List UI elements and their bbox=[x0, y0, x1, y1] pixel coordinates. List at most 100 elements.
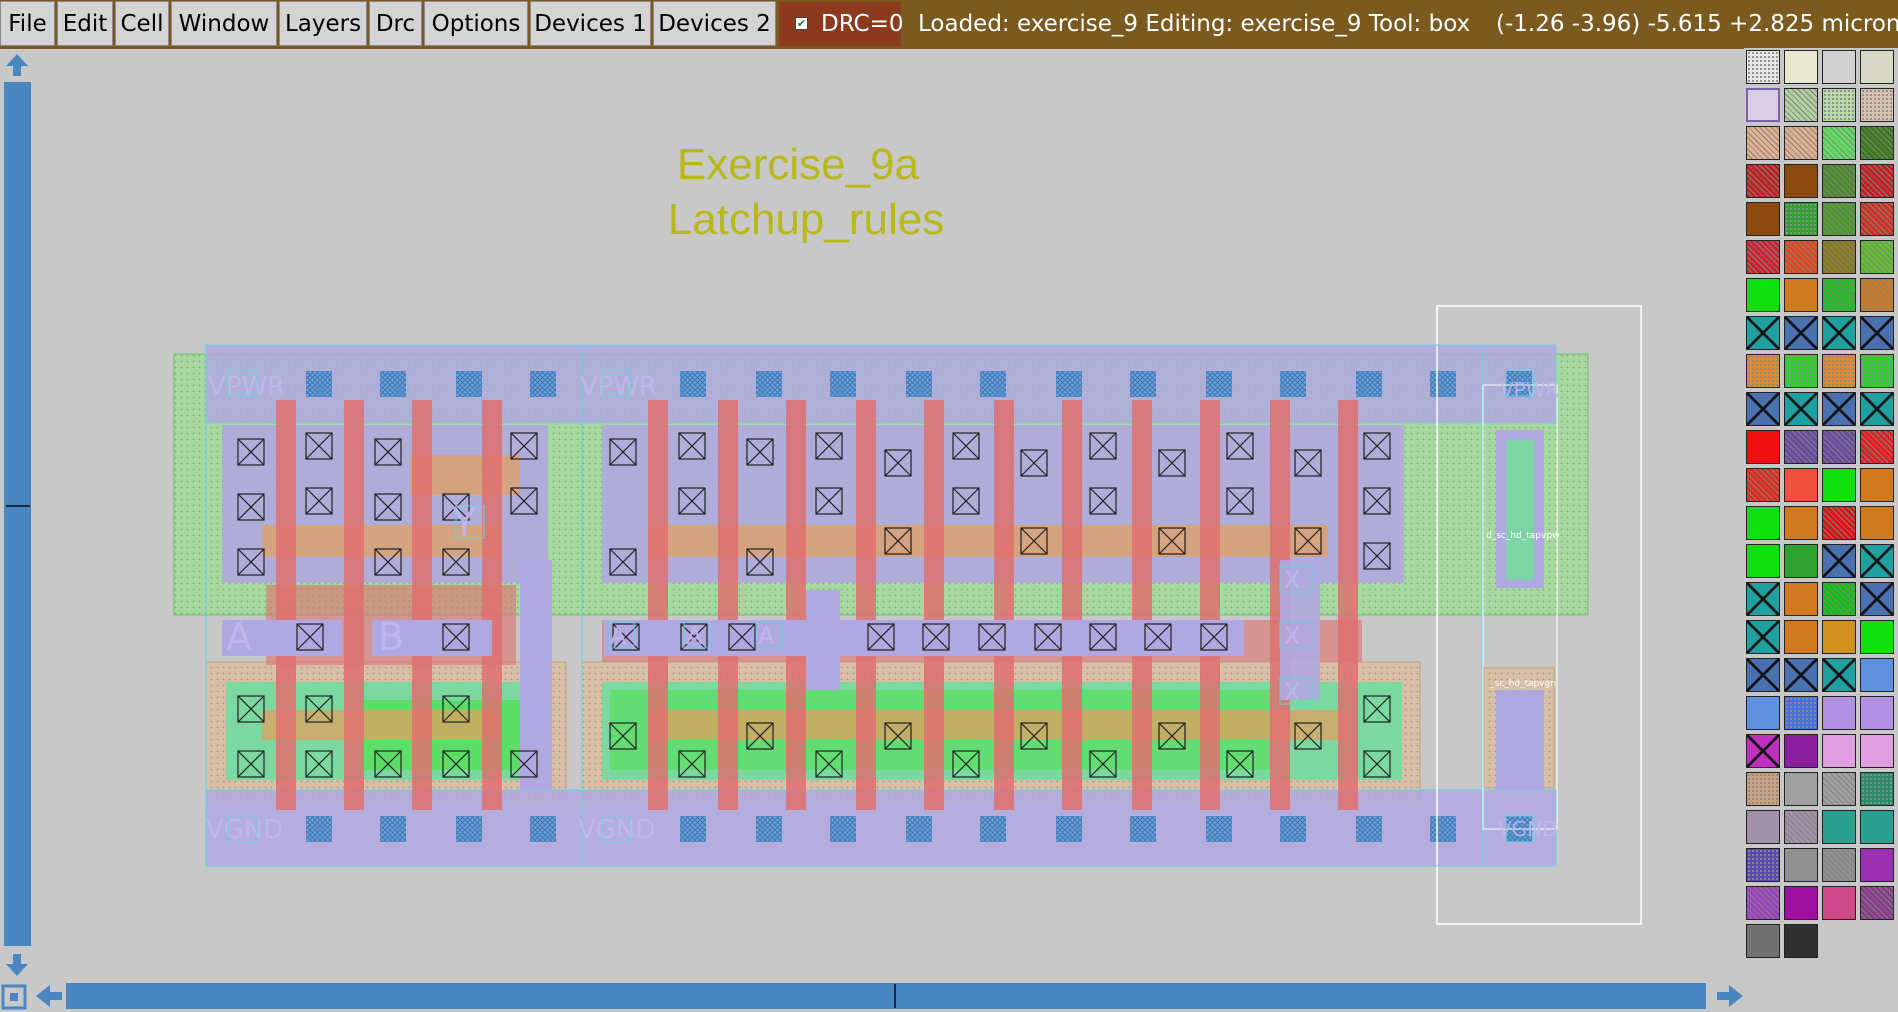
layer-swatch[interactable] bbox=[1822, 354, 1856, 388]
menu-edit[interactable]: Edit bbox=[57, 1, 113, 46]
menu-cell[interactable]: Cell bbox=[115, 1, 169, 46]
layer-swatch[interactable] bbox=[1746, 202, 1780, 236]
layer-swatch[interactable] bbox=[1784, 468, 1818, 502]
layer-swatch[interactable] bbox=[1784, 734, 1818, 768]
horizontal-scrollbar[interactable] bbox=[0, 980, 1746, 1012]
layer-swatch[interactable] bbox=[1784, 392, 1818, 426]
layer-swatch[interactable] bbox=[1822, 734, 1856, 768]
layer-swatch[interactable] bbox=[1784, 430, 1818, 464]
layer-swatch[interactable] bbox=[1860, 392, 1894, 426]
layer-swatch[interactable] bbox=[1784, 278, 1818, 312]
layer-swatch[interactable] bbox=[1822, 582, 1856, 616]
layer-swatch[interactable] bbox=[1822, 658, 1856, 692]
layer-swatch[interactable] bbox=[1860, 544, 1894, 578]
layer-swatch[interactable] bbox=[1822, 392, 1856, 426]
layer-swatch[interactable] bbox=[1822, 620, 1856, 654]
layer-swatch[interactable] bbox=[1860, 772, 1894, 806]
layer-swatch[interactable] bbox=[1784, 924, 1818, 958]
layer-swatch[interactable] bbox=[1784, 544, 1818, 578]
layer-swatch[interactable] bbox=[1860, 88, 1894, 122]
horizontal-scroll-thumb[interactable] bbox=[894, 984, 896, 1008]
layer-swatch[interactable] bbox=[1822, 810, 1856, 844]
layer-swatch[interactable] bbox=[1860, 468, 1894, 502]
layer-swatch[interactable] bbox=[1746, 924, 1780, 958]
layer-swatch[interactable] bbox=[1860, 316, 1894, 350]
menu-window[interactable]: Window bbox=[171, 1, 277, 46]
arrow-right-icon[interactable] bbox=[1717, 985, 1743, 1007]
layer-swatch[interactable] bbox=[1784, 582, 1818, 616]
vertical-scrollbar[interactable] bbox=[2, 50, 32, 980]
layer-swatch[interactable] bbox=[1746, 582, 1780, 616]
layer-swatch[interactable] bbox=[1746, 620, 1780, 654]
menu-devices-1[interactable]: Devices 1 bbox=[530, 1, 651, 46]
layer-swatch[interactable] bbox=[1746, 468, 1780, 502]
layer-swatch[interactable] bbox=[1784, 848, 1818, 882]
layer-swatch[interactable] bbox=[1746, 696, 1780, 730]
layer-swatch[interactable] bbox=[1860, 202, 1894, 236]
layer-swatch[interactable] bbox=[1784, 202, 1818, 236]
layer-swatch[interactable] bbox=[1822, 506, 1856, 540]
layer-swatch[interactable] bbox=[1860, 126, 1894, 160]
layer-swatch[interactable] bbox=[1746, 430, 1780, 464]
layer-swatch[interactable] bbox=[1860, 278, 1894, 312]
horizontal-scroll-track[interactable] bbox=[66, 983, 1706, 1009]
layer-swatch[interactable] bbox=[1746, 316, 1780, 350]
layer-swatch[interactable] bbox=[1822, 126, 1856, 160]
layer-swatch[interactable] bbox=[1784, 886, 1818, 920]
layer-swatch[interactable] bbox=[1822, 468, 1856, 502]
menu-layers[interactable]: Layers bbox=[279, 1, 367, 46]
layer-swatch[interactable] bbox=[1784, 164, 1818, 198]
menu-devices-2[interactable]: Devices 2 bbox=[653, 1, 776, 46]
layer-swatch[interactable] bbox=[1746, 506, 1780, 540]
layer-swatch[interactable] bbox=[1822, 50, 1856, 84]
menu-options[interactable]: Options bbox=[424, 1, 528, 46]
arrow-left-icon[interactable] bbox=[36, 985, 62, 1007]
layer-swatch[interactable] bbox=[1746, 848, 1780, 882]
menu-drc[interactable]: Drc bbox=[369, 1, 422, 46]
layer-swatch[interactable] bbox=[1784, 88, 1818, 122]
layer-swatch[interactable] bbox=[1746, 240, 1780, 274]
layout-canvas[interactable]: Exercise_9a Latchup_rules d_sc_hd_tapvpw… bbox=[34, 50, 1742, 978]
layer-swatch[interactable] bbox=[1860, 354, 1894, 388]
layer-swatch[interactable] bbox=[1822, 772, 1856, 806]
layer-swatch[interactable] bbox=[1746, 544, 1780, 578]
layer-swatch[interactable] bbox=[1860, 240, 1894, 274]
layer-swatch[interactable] bbox=[1822, 430, 1856, 464]
layer-swatch[interactable] bbox=[1784, 772, 1818, 806]
arrow-up-icon[interactable] bbox=[6, 54, 28, 76]
layer-swatch[interactable] bbox=[1746, 734, 1780, 768]
layer-swatch[interactable] bbox=[1860, 506, 1894, 540]
layer-swatch[interactable] bbox=[1784, 620, 1818, 654]
layer-swatch[interactable] bbox=[1746, 88, 1780, 122]
zoom-box-icon[interactable] bbox=[1, 984, 27, 1010]
layer-swatch[interactable] bbox=[1822, 278, 1856, 312]
layer-swatch[interactable] bbox=[1822, 164, 1856, 198]
layer-swatch[interactable] bbox=[1784, 126, 1818, 160]
layer-swatch[interactable] bbox=[1784, 240, 1818, 274]
drc-checkbox-icon[interactable]: ✔ bbox=[795, 17, 808, 30]
layer-swatch[interactable] bbox=[1746, 392, 1780, 426]
layer-swatch[interactable] bbox=[1784, 316, 1818, 350]
layer-swatch[interactable] bbox=[1746, 164, 1780, 198]
layer-swatch[interactable] bbox=[1822, 848, 1856, 882]
vertical-scroll-thumb[interactable] bbox=[6, 505, 30, 507]
layer-swatch[interactable] bbox=[1746, 658, 1780, 692]
layer-swatch[interactable] bbox=[1822, 696, 1856, 730]
layer-swatch[interactable] bbox=[1784, 506, 1818, 540]
layer-swatch[interactable] bbox=[1860, 848, 1894, 882]
layer-swatch[interactable] bbox=[1860, 734, 1894, 768]
layer-swatch[interactable] bbox=[1822, 88, 1856, 122]
layer-swatch[interactable] bbox=[1860, 582, 1894, 616]
menu-file[interactable]: File bbox=[0, 1, 55, 46]
layer-swatch[interactable] bbox=[1746, 886, 1780, 920]
layer-swatch[interactable] bbox=[1746, 354, 1780, 388]
layer-swatch[interactable] bbox=[1860, 50, 1894, 84]
arrow-down-icon[interactable] bbox=[6, 954, 28, 976]
layer-swatch[interactable] bbox=[1746, 126, 1780, 160]
layer-swatch[interactable] bbox=[1746, 772, 1780, 806]
layer-swatch[interactable] bbox=[1822, 886, 1856, 920]
layer-swatch[interactable] bbox=[1822, 544, 1856, 578]
layer-swatch[interactable] bbox=[1860, 620, 1894, 654]
layer-swatch[interactable] bbox=[1746, 50, 1780, 84]
layer-swatch[interactable] bbox=[1860, 886, 1894, 920]
